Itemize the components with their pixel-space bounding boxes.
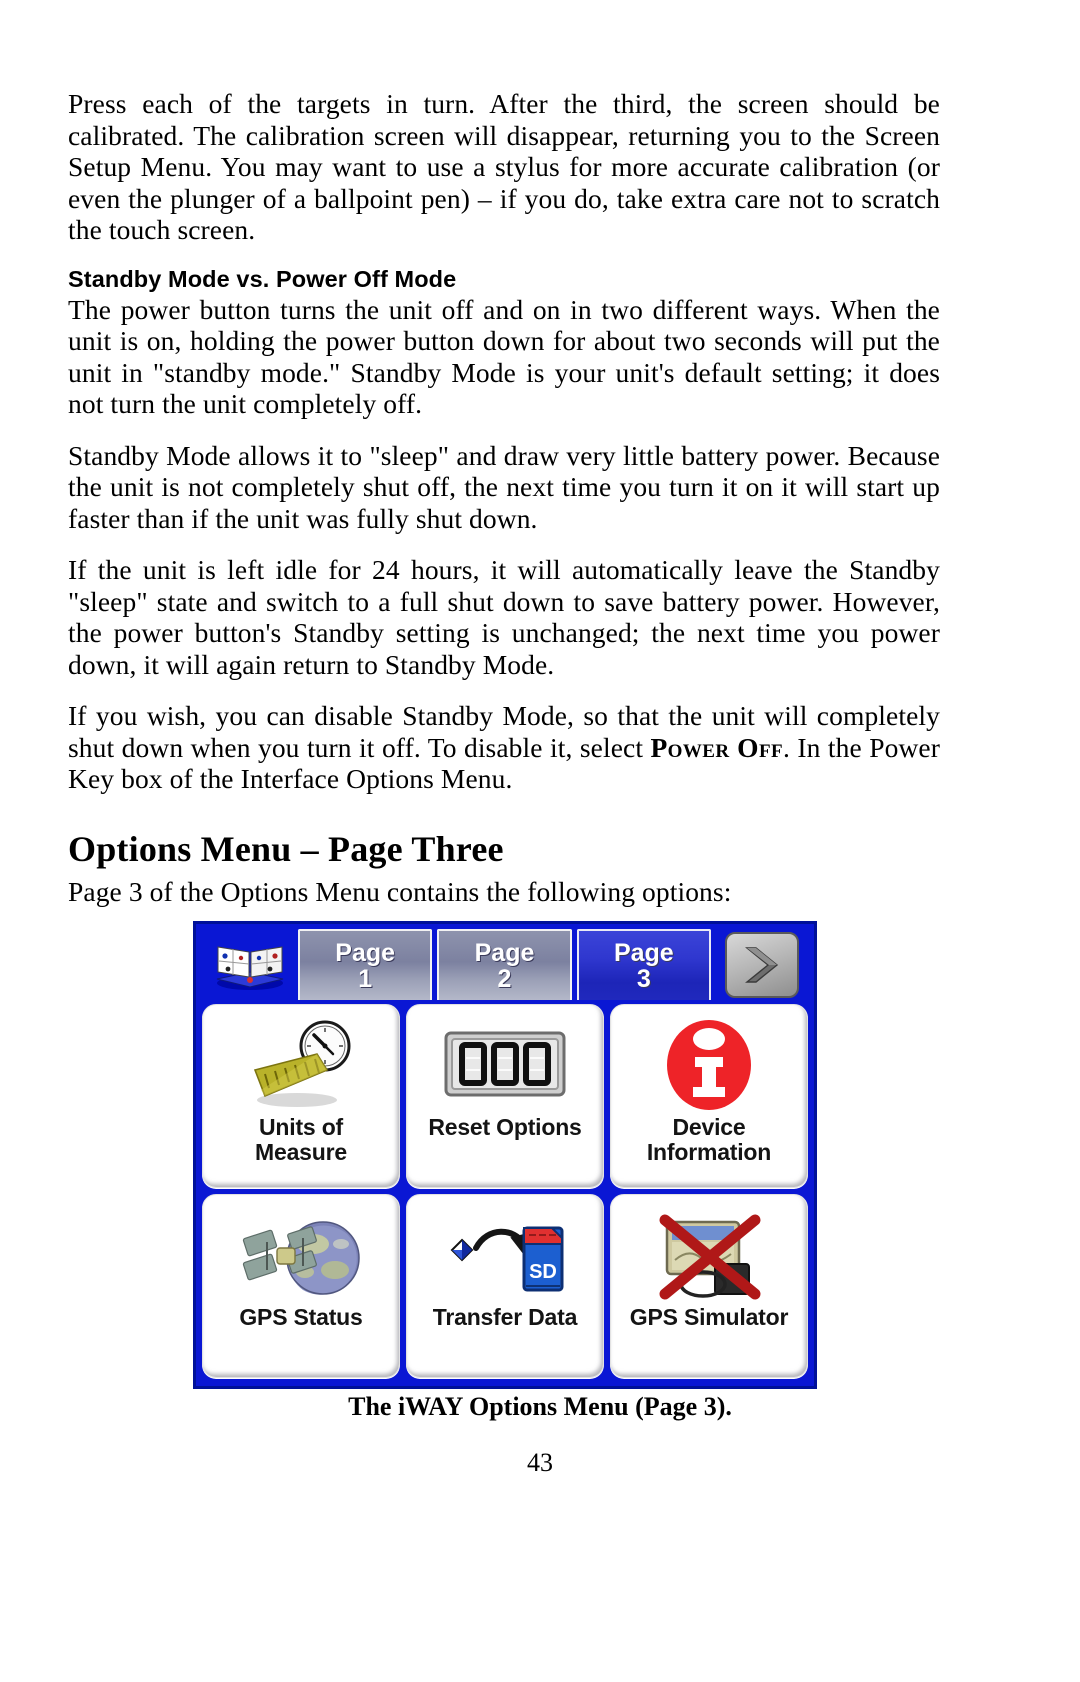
manual-page: Press each of the targets in turn. After… xyxy=(0,0,1080,1682)
red-info-circle-icon xyxy=(611,1017,807,1113)
satellite-globe-icon-svg xyxy=(242,1221,360,1295)
gps-simulator-disabled-icon-svg xyxy=(659,1214,761,1300)
digital-counter-icon xyxy=(407,1017,603,1113)
menu-button-reset-options[interactable]: Reset Options xyxy=(406,1004,604,1188)
open-book-icon-svg xyxy=(216,945,284,990)
device-tab-bar: Page 1 Page 2 Page 3 xyxy=(196,924,814,1000)
ruler-clock-icon xyxy=(203,1017,399,1113)
tab-page-2-number: 2 xyxy=(497,964,512,993)
close-icon xyxy=(724,931,799,998)
paragraph-intro-options: Page 3 of the Options Menu contains the … xyxy=(68,875,732,907)
page-number: 43 xyxy=(527,1448,553,1477)
tab-page-3[interactable]: Page 3 xyxy=(576,929,711,1000)
menu-label-device-information: Device Information xyxy=(646,1114,772,1165)
gps-simulator-disabled-icon xyxy=(611,1207,807,1303)
diamond-cursor-icon xyxy=(450,1238,474,1262)
paragraph-calibration: Press each of the targets in turn. After… xyxy=(68,88,940,245)
tab-page-2[interactable]: Page 2 xyxy=(437,929,572,1000)
paragraph-disable-standby: If you wish, you can disable Standby Mod… xyxy=(68,700,940,795)
page-title: Options Menu – Page Three xyxy=(68,828,504,869)
menu-button-transfer-data[interactable]: SD Transfer Data xyxy=(406,1194,604,1378)
figure-caption: The iWAY Options Menu (Page 3). xyxy=(348,1392,732,1421)
tab-page-3-label: Page xyxy=(613,938,674,967)
figure-iway-options-menu: Page 1 Page 2 Page 3 Units of Measure Re… xyxy=(193,921,817,1389)
red-info-circle-icon-svg xyxy=(667,1020,751,1110)
satellite-globe-icon xyxy=(203,1207,399,1303)
device-screen: Page 1 Page 2 Page 3 Units of Measure Re… xyxy=(193,921,817,1389)
menu-button-gps-simulator[interactable]: GPS Simulator xyxy=(610,1194,808,1378)
paragraph-power-button: The power button turns the unit off and … xyxy=(68,293,940,420)
tab-page-3-number: 3 xyxy=(636,964,651,993)
tab-page-2-label: Page xyxy=(474,938,535,967)
menu-label-units-of-measure: Units of Measure xyxy=(255,1114,347,1165)
paragraph-idle-24-hours: If the unit is left idle for 24 hours, i… xyxy=(68,554,940,680)
menu-label-transfer-data: Transfer Data xyxy=(432,1304,578,1330)
page-body: Press each of the targets in turn. After… xyxy=(68,88,940,907)
tab-page-1[interactable]: Page 1 xyxy=(298,929,433,1000)
menu-button-units-of-measure[interactable]: Units of Measure xyxy=(202,1004,400,1188)
power-off-smallcaps: Power Off xyxy=(650,731,783,763)
svg-text:SD: SD xyxy=(529,1261,557,1283)
options-grid: Units of Measure Reset Options Device In… xyxy=(196,1000,814,1386)
tab-page-1-number: 1 xyxy=(358,964,373,993)
sd-card-transfer-icon-svg: SD xyxy=(450,1226,564,1292)
close-x-icon xyxy=(745,946,779,983)
digital-counter-icon-svg xyxy=(444,1031,566,1097)
menu-button-gps-status[interactable]: GPS Status xyxy=(202,1194,400,1378)
close-button[interactable] xyxy=(716,929,808,1000)
subhead-standby-vs-power-off: Standby Mode vs. Power Off Mode xyxy=(68,265,457,292)
sd-card-transfer-icon: SD xyxy=(407,1207,603,1303)
menu-label-reset-options: Reset Options xyxy=(428,1114,582,1140)
sd-card-icon: SD xyxy=(522,1226,564,1292)
menu-button-device-information[interactable]: Device Information xyxy=(610,1004,808,1188)
open-book-icon xyxy=(202,929,298,1000)
paragraph-standby-sleep: Standby Mode allows it to "sleep" and dr… xyxy=(68,439,940,534)
menu-label-gps-status: GPS Status xyxy=(239,1304,363,1330)
menu-label-gps-simulator: GPS Simulator xyxy=(629,1304,789,1330)
ruler-clock-icon-svg xyxy=(253,1020,351,1107)
tab-page-1-label: Page xyxy=(335,938,396,967)
